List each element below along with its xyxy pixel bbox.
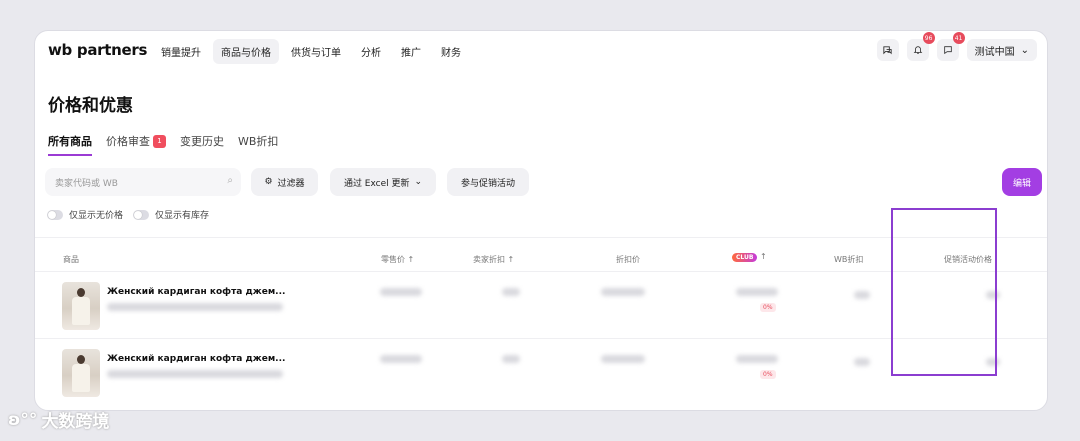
blurred-club-price	[736, 288, 778, 296]
blurred-retail-price	[380, 355, 422, 363]
main-nav: 销量提升 商品与价格 供货与订单 分析 推广 财务	[153, 39, 469, 64]
blurred-seller-discount	[502, 355, 520, 363]
excel-update-button[interactable]: 通过 Excel 更新 ⌄	[330, 168, 436, 196]
watermark-logo-icon: ʚ°°	[8, 409, 38, 430]
brand-logo[interactable]: wb partners	[48, 41, 147, 59]
notifications-badge: 96	[922, 32, 935, 44]
col-product: 商品	[63, 255, 79, 264]
col-seller-discount[interactable]: 卖家折扣 ↑	[473, 254, 514, 265]
nav-item-promotion[interactable]: 推广	[393, 39, 429, 64]
filters-button[interactable]: ⚙ 过滤器	[251, 168, 318, 196]
product-thumbnail[interactable]	[62, 349, 100, 397]
chevron-down-icon: ⌄	[1020, 44, 1029, 56]
blurred-sku	[107, 370, 283, 378]
product-name[interactable]: Женский кардиган кофта джем...	[107, 287, 285, 297]
message-icon[interactable]: 41	[936, 32, 965, 61]
page-title: 价格和优惠	[48, 96, 133, 116]
account-name: 测试中国	[974, 46, 1015, 58]
col-club[interactable]: CLUB ↑	[732, 252, 767, 262]
account-selector[interactable]: 测试中国 ⌄	[966, 39, 1037, 61]
club-badge: CLUB	[732, 253, 758, 262]
search-icon: ⌕	[227, 175, 233, 186]
blurred-sku	[107, 303, 283, 311]
header-actions: 96 41 测试中国 ⌄	[876, 32, 1037, 61]
blurred-discount-price	[601, 288, 645, 296]
col-retail-price[interactable]: 零售价 ↑	[381, 254, 414, 265]
search-placeholder: 卖家代码或 WB	[55, 178, 118, 189]
nav-item-supply-orders[interactable]: 供货与订单	[283, 39, 349, 64]
nav-item-sales-boost[interactable]: 销量提升	[153, 39, 209, 64]
tab-price-review[interactable]: 价格审查 1	[106, 133, 166, 156]
blurred-retail-price	[380, 288, 422, 296]
edit-button[interactable]: 编辑	[1002, 168, 1042, 196]
club-percent-badge: 0%	[760, 303, 776, 312]
col-discount-price: 折扣价	[616, 255, 640, 264]
tab-wb-discount[interactable]: WB折扣	[238, 133, 278, 156]
nav-item-analytics[interactable]: 分析	[353, 39, 389, 64]
filter-toggles: 仅显示无价格 仅显示有库存	[47, 208, 209, 221]
tab-all-products[interactable]: 所有商品	[48, 133, 92, 156]
messages-badge: 41	[952, 32, 965, 44]
switch-icon[interactable]	[133, 209, 150, 220]
promo-price-highlight-box	[891, 208, 997, 376]
join-promotion-button[interactable]: 参与促销活动	[447, 168, 529, 196]
nav-item-finance[interactable]: 财务	[433, 39, 469, 64]
price-review-count-badge: 1	[153, 134, 166, 148]
col-wb-discount: WB折扣	[834, 255, 864, 264]
chevron-down-icon: ⌄	[414, 177, 423, 187]
nav-item-products-prices[interactable]: 商品与价格	[213, 39, 279, 64]
toggle-in-stock[interactable]: 仅显示有库存	[133, 208, 209, 221]
bell-icon[interactable]: 96	[906, 32, 935, 61]
club-percent-badge: 0%	[760, 370, 776, 379]
search-input[interactable]: 卖家代码或 WB ⌕	[45, 168, 241, 196]
blurred-wb-discount	[854, 291, 870, 299]
filter-icon: ⚙	[264, 177, 273, 187]
watermark: ʚ°° 大数跨境	[8, 409, 110, 433]
product-thumbnail[interactable]	[62, 282, 100, 330]
tab-bar: 所有商品 价格审查 1 变更历史 WB折扣	[48, 133, 278, 156]
blurred-discount-price	[601, 355, 645, 363]
toggle-no-price[interactable]: 仅显示无价格	[47, 208, 123, 221]
blurred-wb-discount	[854, 358, 870, 366]
blurred-club-price	[736, 355, 778, 363]
switch-icon[interactable]	[47, 209, 63, 220]
product-name[interactable]: Женский кардиган кофта джем...	[107, 354, 285, 364]
top-bar: wb partners 销量提升 商品与价格 供货与订单 分析 推广 财务 96…	[35, 31, 1047, 71]
blurred-seller-discount	[502, 288, 520, 296]
chat-icon[interactable]	[876, 39, 899, 61]
tab-change-history[interactable]: 变更历史	[180, 133, 224, 156]
sort-up-icon: ↑	[760, 252, 767, 261]
